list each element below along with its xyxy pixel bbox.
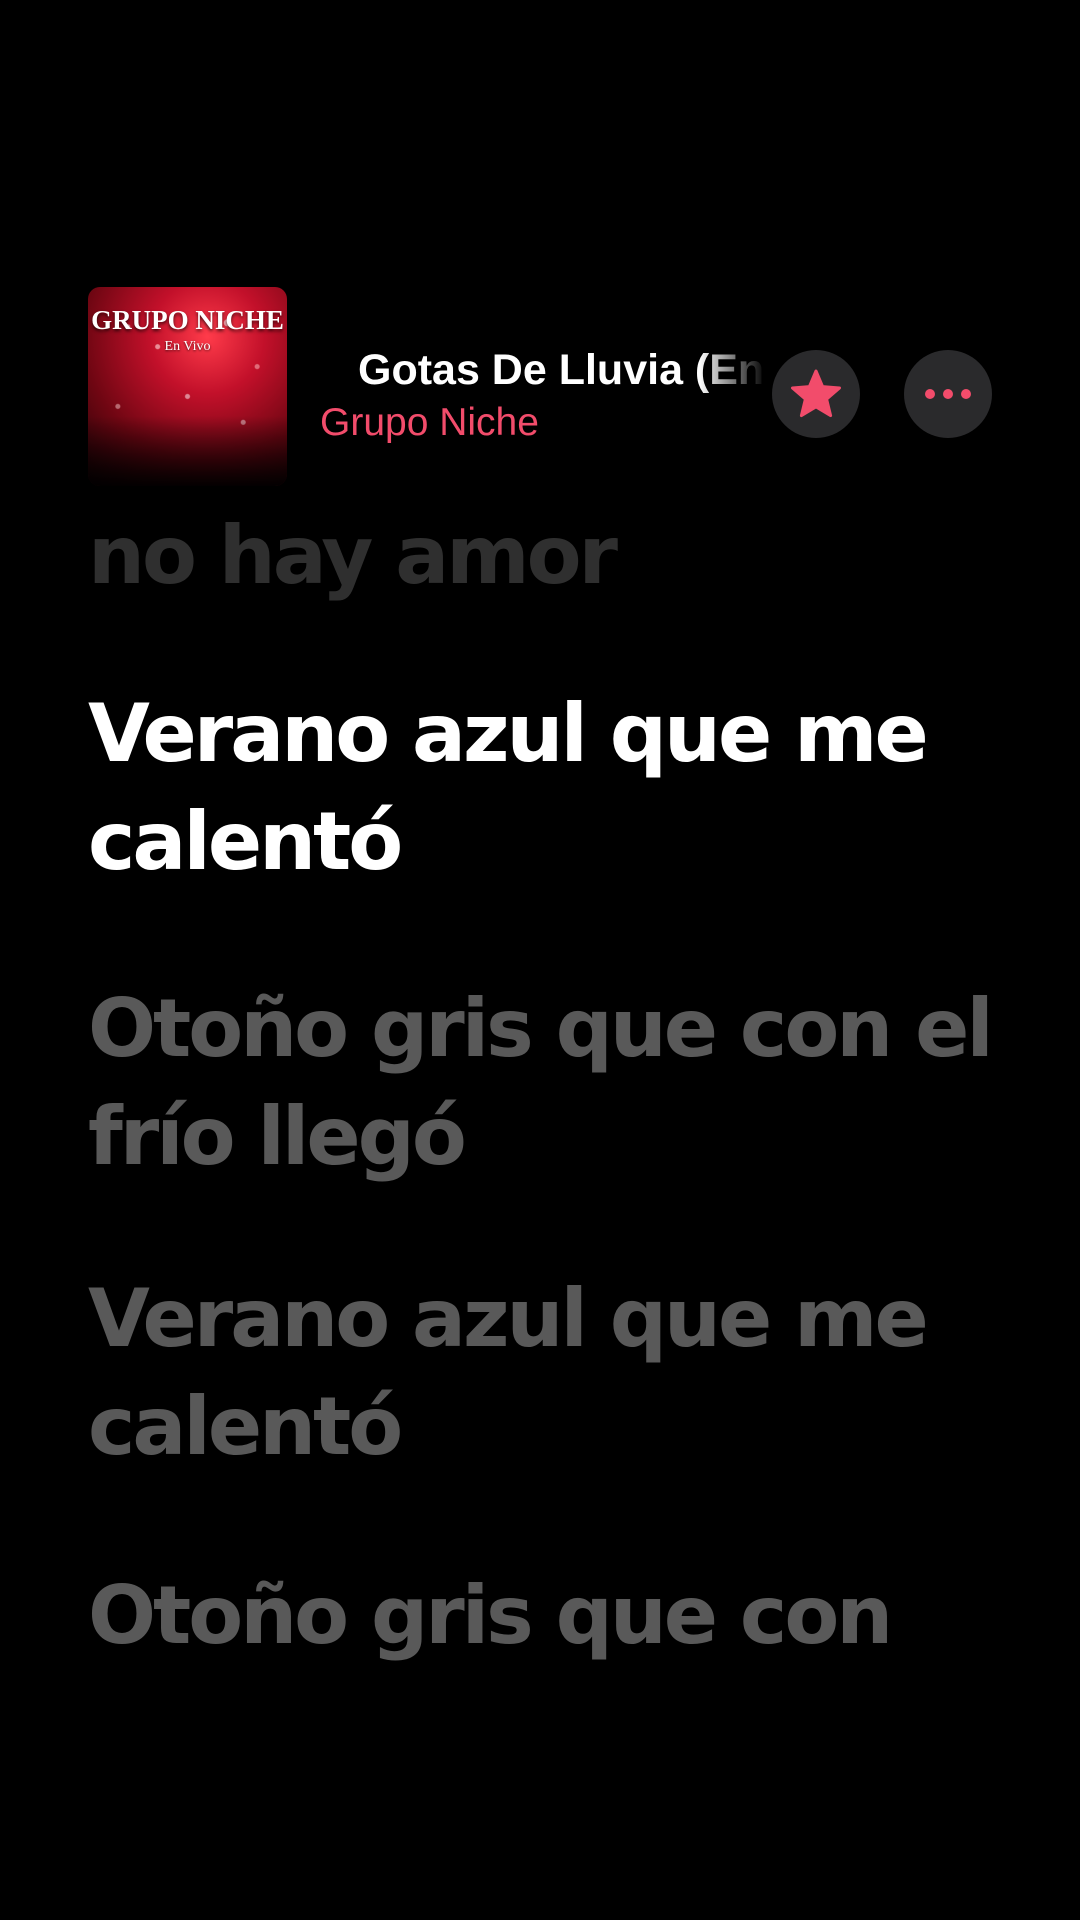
artist-name[interactable]: Grupo Niche xyxy=(320,400,539,446)
album-artwork[interactable]: GRUPO NICHE En Vivo xyxy=(88,287,287,486)
artwork-crowd xyxy=(88,416,287,486)
artwork-title: GRUPO NICHE xyxy=(91,305,284,335)
lyric-line-current[interactable]: Verano azul que me calentó xyxy=(88,680,1028,896)
star-icon xyxy=(791,369,841,418)
now-playing-header: GRUPO NICHE En Vivo Gotas De Lluvia (En … xyxy=(0,0,1080,500)
more-options-button[interactable] xyxy=(904,350,992,438)
ellipsis-icon xyxy=(925,389,971,399)
favorite-button[interactable] xyxy=(772,350,860,438)
song-title-marquee[interactable]: Gotas De Lluvia (En Vivo) xyxy=(320,345,766,395)
lyric-line-upcoming[interactable]: Verano azul que me calentó xyxy=(88,1265,1028,1481)
artwork-subtitle: En Vivo xyxy=(164,339,211,354)
lyric-line-previous[interactable]: no hay amor xyxy=(88,502,1028,610)
song-title: Gotas De Lluvia (En Vivo) xyxy=(358,346,766,394)
lyric-line-upcoming[interactable]: Otoño gris que con xyxy=(88,1562,1028,1670)
lyric-line-upcoming[interactable]: Otoño gris que con el frío llegó xyxy=(88,975,1028,1191)
